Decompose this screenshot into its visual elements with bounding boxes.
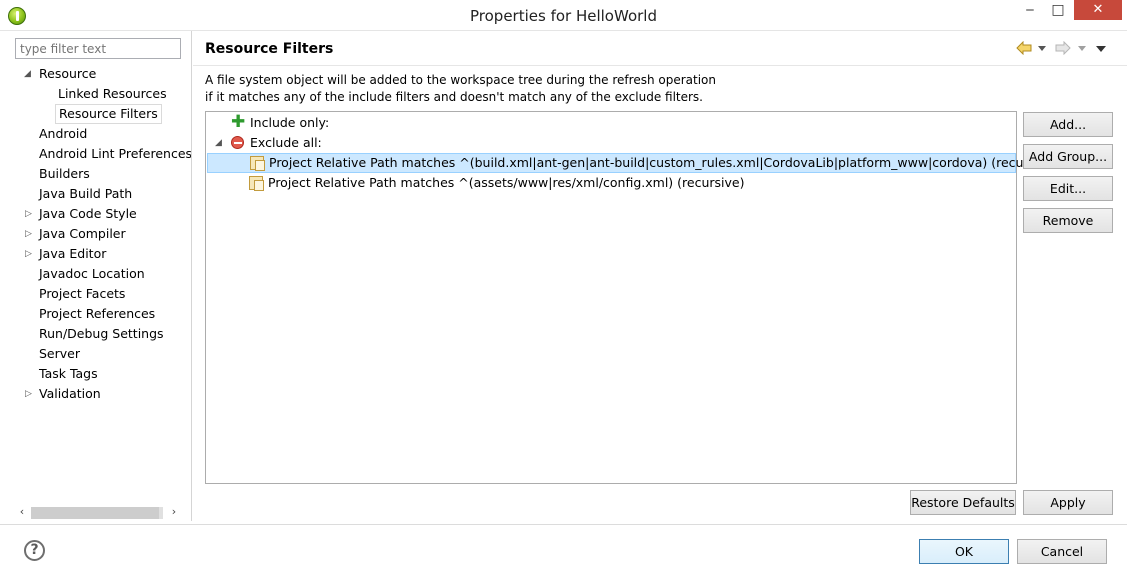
tree-item-project-facets[interactable]: Project Facets bbox=[39, 284, 125, 304]
description-line-2: if it matches any of the include filters… bbox=[205, 90, 703, 104]
scroll-left-icon[interactable]: ‹ bbox=[15, 504, 29, 520]
tree-item-task-tags[interactable]: Task Tags bbox=[39, 364, 98, 384]
tree-item-project-references[interactable]: Project References bbox=[39, 304, 155, 324]
page-header: Resource Filters bbox=[193, 32, 1127, 66]
expand-arrow-icon[interactable]: ▷ bbox=[25, 224, 35, 244]
tree-item-resource[interactable]: Resource bbox=[39, 64, 96, 84]
expand-arrow-icon[interactable]: ▷ bbox=[25, 204, 35, 224]
page-description: A file system object will be added to th… bbox=[205, 72, 716, 106]
tree-item-builders[interactable]: Builders bbox=[39, 164, 90, 184]
file-filter-icon bbox=[250, 156, 265, 171]
tree-horizontal-scrollbar[interactable]: ‹ › bbox=[15, 504, 183, 520]
help-icon[interactable]: ? bbox=[24, 540, 45, 561]
close-button[interactable]: ✕ bbox=[1074, 0, 1122, 20]
tree-item-java-compiler[interactable]: Java Compiler bbox=[39, 224, 126, 244]
tree-item-java-editor[interactable]: Java Editor bbox=[39, 244, 106, 264]
apply-button[interactable]: Apply bbox=[1023, 490, 1113, 515]
back-arrow-icon[interactable] bbox=[1016, 41, 1032, 55]
remove-button[interactable]: Remove bbox=[1023, 208, 1113, 233]
page-title: Resource Filters bbox=[205, 41, 334, 57]
scroll-right-icon[interactable]: › bbox=[167, 504, 181, 520]
view-menu-icon[interactable] bbox=[1096, 46, 1106, 52]
scroll-thumb[interactable] bbox=[31, 507, 159, 519]
ok-button[interactable]: OK bbox=[919, 539, 1009, 564]
restore-defaults-button[interactable]: Restore Defaults bbox=[910, 490, 1016, 515]
exclude-icon bbox=[231, 136, 244, 149]
tree-item-run-debug-settings[interactable]: Run/Debug Settings bbox=[39, 324, 164, 344]
filters-tree[interactable]: ✚ Include only: ◢ Exclude all: Project R… bbox=[205, 111, 1059, 484]
tree-item-android[interactable]: Android bbox=[39, 124, 87, 144]
tree-item-validation[interactable]: Validation bbox=[39, 384, 101, 404]
exclude-all-row[interactable]: ◢ Exclude all: bbox=[206, 133, 1016, 153]
add-button[interactable]: Add... bbox=[1023, 112, 1113, 137]
file-filter-icon bbox=[249, 176, 264, 191]
filter-row-label: Project Relative Path matches ^(assets/w… bbox=[268, 175, 745, 190]
forward-history-dropdown-icon[interactable] bbox=[1078, 46, 1086, 51]
tree-item-java-build-path[interactable]: Java Build Path bbox=[39, 184, 132, 204]
forward-arrow-icon[interactable] bbox=[1055, 41, 1071, 55]
description-line-1: A file system object will be added to th… bbox=[205, 73, 716, 87]
edit-button[interactable]: Edit... bbox=[1023, 176, 1113, 201]
tree-item-linked-resources[interactable]: Linked Resources bbox=[58, 84, 167, 104]
window-title: Properties for HelloWorld bbox=[470, 7, 657, 25]
plus-icon: ✚ bbox=[231, 112, 246, 132]
back-history-dropdown-icon[interactable] bbox=[1038, 46, 1046, 51]
footer-separator bbox=[0, 524, 1127, 525]
maximize-button[interactable]: □ bbox=[1045, 0, 1071, 20]
minimize-button[interactable]: ‒ bbox=[1017, 0, 1043, 20]
tree-item-java-code-style[interactable]: Java Code Style bbox=[39, 204, 137, 224]
expand-arrow-icon[interactable]: ▷ bbox=[25, 244, 35, 264]
title-bar: Properties for HelloWorld ‒ □ ✕ bbox=[0, 0, 1127, 31]
include-only-label: Include only: bbox=[250, 115, 330, 130]
cancel-button[interactable]: Cancel bbox=[1017, 539, 1107, 564]
left-panel: ◢ Resource Linked Resources Resource Fil… bbox=[8, 36, 192, 524]
tree-item-javadoc-location[interactable]: Javadoc Location bbox=[39, 264, 145, 284]
panel-splitter[interactable] bbox=[191, 31, 192, 521]
tree-item-android-lint-preferences[interactable]: Android Lint Preferences bbox=[39, 144, 192, 164]
tree-item-resource-filters[interactable]: Resource Filters bbox=[55, 104, 162, 124]
filter-row[interactable]: Project Relative Path matches ^(build.xm… bbox=[207, 153, 1059, 173]
tree-item-server[interactable]: Server bbox=[39, 344, 80, 364]
filter-row-label: Project Relative Path matches ^(build.xm… bbox=[269, 155, 1059, 170]
expand-arrow-icon[interactable]: ▷ bbox=[25, 384, 35, 404]
expand-arrow-icon[interactable]: ◢ bbox=[24, 64, 34, 84]
filter-input[interactable] bbox=[15, 38, 181, 59]
add-group-button[interactable]: Add Group... bbox=[1023, 144, 1113, 169]
exclude-all-label: Exclude all: bbox=[250, 135, 322, 150]
filter-row[interactable]: Project Relative Path matches ^(assets/w… bbox=[206, 173, 1016, 193]
include-only-row[interactable]: ✚ Include only: bbox=[206, 113, 1016, 133]
expand-arrow-icon[interactable]: ◢ bbox=[215, 133, 225, 153]
